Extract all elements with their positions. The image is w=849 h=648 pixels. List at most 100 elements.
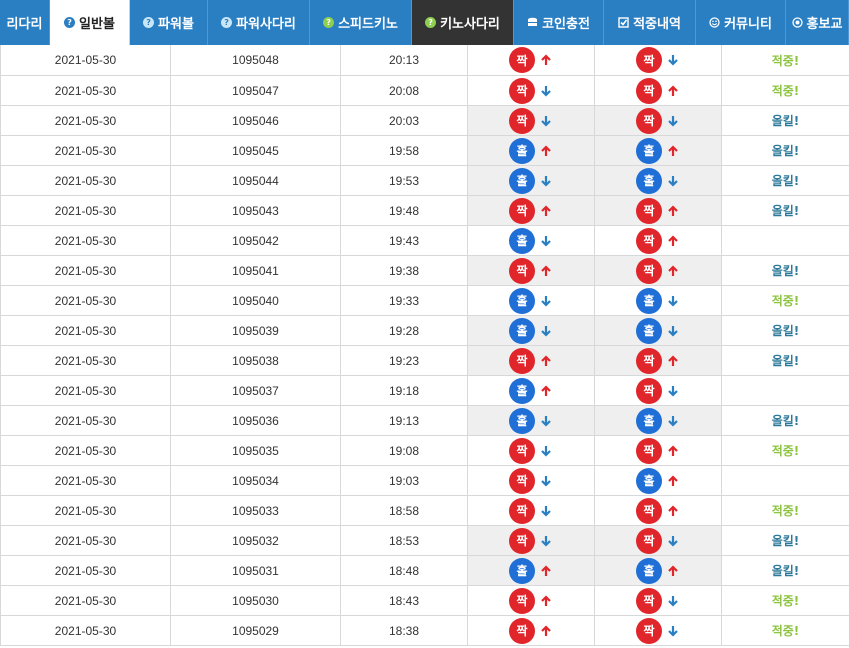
- result-cell: 올킬!: [771, 264, 800, 278]
- nav-tab[interactable]: 커뮤니티: [696, 0, 786, 45]
- even-ball: 짝: [509, 257, 535, 284]
- arrow-down-icon: [666, 624, 680, 638]
- odd-ball: 홀: [509, 227, 535, 254]
- nav-tab[interactable]: ? 파워볼: [130, 0, 208, 45]
- odd-even-pick: 홀: [468, 556, 595, 585]
- even-ball: 짝: [509, 47, 535, 73]
- nav-tab-label: 키노사다리: [440, 17, 500, 32]
- size-pick: 홀: [595, 556, 722, 585]
- date-cell: 2021-05-30: [0, 346, 171, 375]
- arrow-up-icon: [539, 384, 553, 398]
- round-cell: 1095031: [171, 556, 341, 585]
- round-cell: 1095029: [171, 616, 341, 645]
- odd-even-pick: 짝: [468, 526, 595, 555]
- even-ball: 짝: [509, 497, 535, 524]
- arrow-up-icon: [539, 53, 553, 67]
- date-cell: 2021-05-30: [0, 526, 171, 555]
- odd-even-pick: 짝: [468, 76, 595, 105]
- size-pick: 홀: [595, 286, 722, 315]
- odd-even-pick: 홀: [468, 136, 595, 165]
- question-green-icon: ?: [425, 17, 437, 28]
- nav-tab[interactable]: 리다리: [0, 0, 50, 45]
- result-cell: 적중!: [771, 84, 800, 98]
- odd-even-pick: 짝: [468, 196, 595, 225]
- database-icon: [527, 17, 538, 28]
- question-green-icon: ?: [323, 17, 335, 28]
- arrow-up-icon: [666, 354, 680, 368]
- arrow-up-icon: [666, 474, 680, 488]
- size-pick: 짝: [595, 496, 722, 525]
- result-cell: 적중!: [771, 294, 800, 308]
- date-cell: 2021-05-30: [0, 436, 171, 465]
- nav-tab[interactable]: 적중내역: [604, 0, 696, 45]
- nav-tab[interactable]: ? 키노사다리: [412, 0, 514, 45]
- time-cell: 20:03: [341, 106, 468, 135]
- arrow-up-icon: [666, 444, 680, 458]
- nav-tab[interactable]: 코인충전: [514, 0, 604, 45]
- even-ball: 짝: [636, 617, 662, 644]
- size-pick: 짝: [595, 45, 722, 75]
- result-cell: 올킬!: [771, 144, 800, 158]
- date-cell: 2021-05-30: [0, 106, 171, 135]
- time-cell: 19:13: [341, 406, 468, 435]
- date-cell: 2021-05-30: [0, 586, 171, 615]
- round-cell: 1095033: [171, 496, 341, 525]
- odd-even-pick: 홀: [468, 286, 595, 315]
- table-row: 2021-05-30 1095039 19:28 홀 홀 올킬!: [0, 316, 849, 346]
- size-pick: 짝: [595, 346, 722, 375]
- even-ball: 짝: [509, 347, 535, 374]
- time-cell: 19:48: [341, 196, 468, 225]
- result-cell: 올킬!: [771, 324, 800, 338]
- time-cell: 19:53: [341, 166, 468, 195]
- time-cell: 18:38: [341, 616, 468, 645]
- nav-tab[interactable]: ? 스피드키노: [310, 0, 412, 45]
- even-ball: 짝: [509, 437, 535, 464]
- arrow-up-icon: [666, 204, 680, 218]
- size-pick: 짝: [595, 226, 722, 255]
- even-ball: 짝: [509, 617, 535, 644]
- date-cell: 2021-05-30: [0, 226, 171, 255]
- odd-even-pick: 짝: [468, 346, 595, 375]
- round-cell: 1095038: [171, 346, 341, 375]
- result-cell: 올킬!: [771, 354, 800, 368]
- nav-tab-label: 홍보교: [806, 17, 843, 32]
- odd-ball: 홀: [509, 407, 535, 434]
- nav-tab[interactable]: ? 파워사다리: [208, 0, 310, 45]
- odd-ball: 홀: [636, 287, 662, 314]
- nav-tab-label: 스피드키노: [338, 17, 398, 32]
- result-cell: 적중!: [771, 504, 800, 518]
- arrow-up-icon: [539, 204, 553, 218]
- table-row: 2021-05-30 1095044 19:53 홀 홀 올킬!: [0, 166, 849, 196]
- time-cell: 19:43: [341, 226, 468, 255]
- nav-tab[interactable]: ? 일반볼: [50, 0, 130, 45]
- arrow-down-icon: [539, 324, 553, 338]
- date-cell: 2021-05-30: [0, 76, 171, 105]
- odd-ball: 홀: [509, 317, 535, 344]
- even-ball: 짝: [509, 527, 535, 554]
- arrow-down-icon: [539, 294, 553, 308]
- time-cell: 19:23: [341, 346, 468, 375]
- date-cell: 2021-05-30: [0, 45, 171, 75]
- result-cell: 올킬!: [771, 534, 800, 548]
- size-pick: 짝: [595, 256, 722, 285]
- arrow-up-icon: [666, 84, 680, 98]
- time-cell: 19:58: [341, 136, 468, 165]
- even-ball: 짝: [509, 77, 535, 104]
- date-cell: 2021-05-30: [0, 406, 171, 435]
- date-cell: 2021-05-30: [0, 316, 171, 345]
- arrow-down-icon: [666, 594, 680, 608]
- date-cell: 2021-05-30: [0, 616, 171, 645]
- arrow-down-icon: [666, 324, 680, 338]
- size-pick: 홀: [595, 316, 722, 345]
- arrow-up-icon: [539, 144, 553, 158]
- size-pick: 짝: [595, 526, 722, 555]
- target-icon: [791, 17, 803, 28]
- nav-tab-label: 리다리: [6, 17, 43, 32]
- date-cell: 2021-05-30: [0, 466, 171, 495]
- round-cell: 1095037: [171, 376, 341, 405]
- odd-even-pick: 홀: [468, 226, 595, 255]
- odd-ball: 홀: [636, 467, 662, 494]
- nav-tab[interactable]: 홍보교: [786, 0, 849, 45]
- even-ball: 짝: [636, 347, 662, 374]
- nav-tab-label: 적중내역: [633, 17, 681, 32]
